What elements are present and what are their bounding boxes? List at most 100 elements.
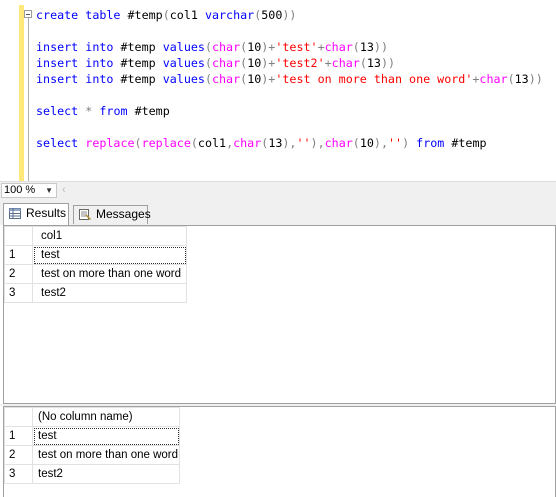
code-token: + [317, 40, 325, 54]
code-line-9[interactable]: select replace(replace(col1,char(13),'')… [36, 135, 487, 151]
code-token: 'test' [275, 40, 318, 54]
row-number[interactable]: 2 [4, 445, 33, 465]
zoom-dropdown[interactable]: 100 % ▼ [1, 183, 57, 198]
code-token: char [324, 136, 353, 150]
code-token: replace [141, 136, 191, 150]
code-token: )+ [261, 40, 276, 54]
corner-cell[interactable] [4, 226, 33, 246]
code-token: table [85, 8, 121, 22]
code-token: )) [373, 40, 388, 54]
code-token: 10 [359, 136, 374, 150]
code-token: char [324, 40, 353, 54]
result-grid-2[interactable]: (No column name) 1 test 2 test on more t… [3, 406, 556, 497]
corner-cell[interactable] [4, 407, 33, 427]
code-token: into [85, 72, 114, 86]
code-token: insert [36, 40, 79, 54]
code-token: #temp [113, 56, 163, 70]
code-token: #temp [444, 136, 487, 150]
column-header[interactable]: (No column name) [32, 407, 180, 427]
row-number[interactable]: 2 [4, 264, 33, 284]
grid-icon [9, 208, 21, 219]
code-token: '' [296, 136, 311, 150]
code-token: #temp [113, 72, 163, 86]
code-token: char [211, 72, 241, 86]
code-token: )+ [261, 72, 276, 86]
code-token: into [85, 56, 114, 70]
code-token: + [324, 56, 332, 70]
code-token: from [416, 136, 445, 150]
column-header[interactable]: col1 [32, 226, 187, 246]
chevron-down-icon[interactable]: ▼ [45, 184, 53, 197]
code-token: #temp [127, 104, 170, 118]
code-token: #temp [113, 40, 163, 54]
code-token: ( [190, 136, 198, 150]
table-cell[interactable]: test2 [32, 464, 180, 484]
code-token: 'test on more than one word' [275, 72, 473, 86]
code-token: 'test2' [275, 56, 325, 70]
code-token: char [479, 72, 508, 86]
code-token: ( [359, 56, 367, 70]
code-token: 500 [261, 8, 283, 22]
code-token: 13 [359, 40, 374, 54]
table-row[interactable]: 1 test [4, 245, 187, 265]
code-token: char [233, 136, 262, 150]
collapse-icon[interactable] [24, 10, 32, 18]
code-token: insert [36, 56, 79, 70]
code-token: 13 [514, 72, 529, 86]
table-row[interactable]: 3 test2 [4, 283, 187, 303]
code-token: )) [528, 72, 543, 86]
code-token: ( [507, 72, 515, 86]
chevron-left-icon[interactable]: ‹ [62, 183, 66, 198]
code-token: ( [134, 136, 142, 150]
change-tracking-bar [19, 5, 24, 181]
table-cell[interactable]: test on more than one word [32, 445, 180, 465]
editor-gutter [0, 0, 18, 181]
table-cell[interactable]: test on more than one word [32, 264, 187, 284]
table-row[interactable]: 2 test on more than one word [4, 264, 187, 284]
code-line-7[interactable]: select * from #temp [36, 103, 170, 119]
code-line-4[interactable]: insert into #temp values(char(10)+'test2… [36, 55, 395, 71]
code-line-3[interactable]: insert into #temp values(char(10)+'test'… [36, 39, 388, 55]
row-number[interactable]: 1 [4, 245, 33, 265]
row-number[interactable]: 3 [4, 283, 33, 303]
code-token: )+ [261, 56, 276, 70]
zoom-value: 100 % [4, 184, 36, 196]
code-token: values [162, 72, 205, 86]
code-token: ( [162, 8, 170, 22]
code-token: ( [352, 136, 360, 150]
code-token: col1 [197, 136, 227, 150]
code-token: select [36, 104, 79, 118]
table-row[interactable]: 3 test2 [4, 464, 180, 484]
table-row[interactable]: 1 test [4, 426, 180, 446]
tab-results[interactable]: Results [3, 203, 69, 225]
code-line-5[interactable]: insert into #temp values(char(10)+'test … [36, 71, 543, 87]
result-grid-1[interactable]: col1 1 test 2 test on more than one word… [3, 225, 556, 404]
code-token: 13 [268, 136, 283, 150]
messages-icon [79, 209, 91, 220]
code-token: ), [282, 136, 297, 150]
code-token: '' [387, 136, 403, 150]
table-cell[interactable]: test2 [32, 283, 187, 303]
tab-messages-label: Messages [96, 207, 151, 221]
row-number[interactable]: 1 [4, 426, 33, 446]
row-number[interactable]: 3 [4, 464, 33, 484]
code-token: 10 [247, 56, 262, 70]
code-token: insert [36, 72, 79, 86]
table-cell[interactable]: test [32, 245, 187, 265]
code-token: from [99, 104, 128, 118]
zoom-bar: 100 % ▼ ‹ [0, 181, 556, 199]
table-cell[interactable]: test [32, 426, 180, 446]
code-token: col1 [169, 8, 205, 22]
code-token: char [211, 56, 241, 70]
table-row[interactable]: 2 test on more than one word [4, 445, 180, 465]
code-token: ( [352, 40, 360, 54]
code-token: replace [85, 136, 135, 150]
code-token: char [331, 56, 360, 70]
code-token: select [36, 136, 79, 150]
tab-messages[interactable]: Messages [73, 205, 151, 224]
result-table-1: col1 1 test 2 test on more than one word… [4, 226, 187, 303]
code-token: 10 [247, 40, 262, 54]
code-line-1[interactable]: create table #temp(col1 varchar(500)) [36, 7, 296, 23]
query-editor[interactable]: create table #temp(col1 varchar(500)) in… [0, 0, 556, 181]
code-token: values [162, 56, 205, 70]
